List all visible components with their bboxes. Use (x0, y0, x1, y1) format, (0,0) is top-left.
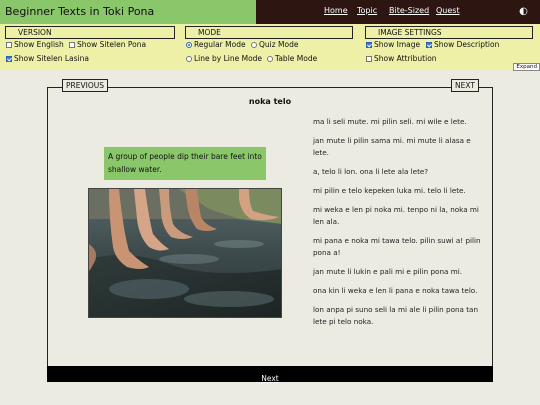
checkbox-icon[interactable] (6, 42, 12, 48)
checkbox-icon[interactable] (69, 42, 75, 48)
story-line: mi weka e len pi noka mi. tenpo ni la, n… (313, 205, 479, 226)
story-line: jan mute li lukin e pali mi e pilin pona… (313, 267, 462, 276)
image-settings-section-title: IMAGE SETTINGS (365, 26, 533, 39)
story-photo (88, 188, 282, 318)
contrast-icon[interactable]: ◐ (517, 5, 530, 18)
version-section-title: VERSION (5, 26, 175, 39)
show-sitelen-pona-checkbox[interactable]: Show Sitelen Pona (69, 40, 146, 50)
radio-icon[interactable] (251, 42, 257, 48)
top-bar: Beginner Texts in Toki Pona Home Topic B… (0, 0, 540, 24)
show-sitelen-lasina-checkbox[interactable]: Show Sitelen Lasina (6, 54, 89, 64)
story-line: mi pilin e telo kepeken luka mi. telo li… (313, 186, 466, 195)
story-text: ma li seli mute. mi pilin seli. mi wile … (313, 116, 485, 335)
checkbox-checked-icon[interactable] (6, 56, 12, 62)
checkbox-checked-icon[interactable] (426, 42, 432, 48)
story-line: ona kin li weka e len li pana e noka taw… (313, 286, 478, 295)
story-footer: Next (47, 366, 493, 383)
mode-section-title: MODE (185, 26, 353, 39)
story-title: noka telo (248, 97, 292, 106)
table-mode-radio[interactable]: Table Mode (267, 54, 317, 64)
radio-icon[interactable] (267, 56, 273, 62)
expand-button[interactable]: Expand (513, 63, 540, 71)
story-line: mi pana e noka mi tawa telo. pilin suwi … (313, 236, 481, 257)
nav-quest-link[interactable]: Quest (436, 6, 460, 15)
story-line: ma li seli mute. mi pilin seli. mi wile … (313, 117, 467, 126)
checkbox-checked-icon[interactable] (366, 42, 372, 48)
nav-bite-sized-link[interactable]: Bite-Sized (389, 6, 429, 15)
next-button[interactable]: NEXT (451, 79, 479, 92)
nav-home-link[interactable]: Home (324, 6, 348, 15)
footer-next-link[interactable]: Next (261, 374, 278, 383)
line-by-line-mode-radio[interactable]: Line by Line Mode (186, 54, 262, 64)
regular-mode-radio[interactable]: Regular Mode (186, 40, 246, 50)
show-description-checkbox[interactable]: Show Description (426, 40, 499, 50)
feet-in-water-image (89, 189, 281, 317)
story-line: lon anpa pi suno seli la mi ale li pilin… (313, 305, 479, 326)
site-title[interactable]: Beginner Texts in Toki Pona (0, 0, 256, 24)
previous-button[interactable]: PREVIOUS (62, 79, 108, 92)
nav-topic-link[interactable]: Topic (357, 6, 377, 15)
image-description: A group of people dip their bare feet in… (104, 147, 266, 180)
show-english-checkbox[interactable]: Show English (6, 40, 64, 50)
story-line: a, telo li lon. ona li lete ala lete? (313, 167, 429, 176)
radio-icon[interactable] (186, 56, 192, 62)
show-attribution-checkbox[interactable]: Show Attribution (366, 54, 437, 64)
radio-selected-icon[interactable] (186, 42, 192, 48)
settings-panel: VERSION Show English Show Sitelen Pona S… (0, 24, 540, 70)
show-image-checkbox[interactable]: Show Image (366, 40, 420, 50)
main-nav: Home Topic Bite-Sized Quest ◐ (256, 0, 540, 24)
quiz-mode-radio[interactable]: Quiz Mode (251, 40, 299, 50)
checkbox-icon[interactable] (366, 56, 372, 62)
story-line: jan mute li pilin sama mi. mi mute li al… (313, 136, 471, 157)
